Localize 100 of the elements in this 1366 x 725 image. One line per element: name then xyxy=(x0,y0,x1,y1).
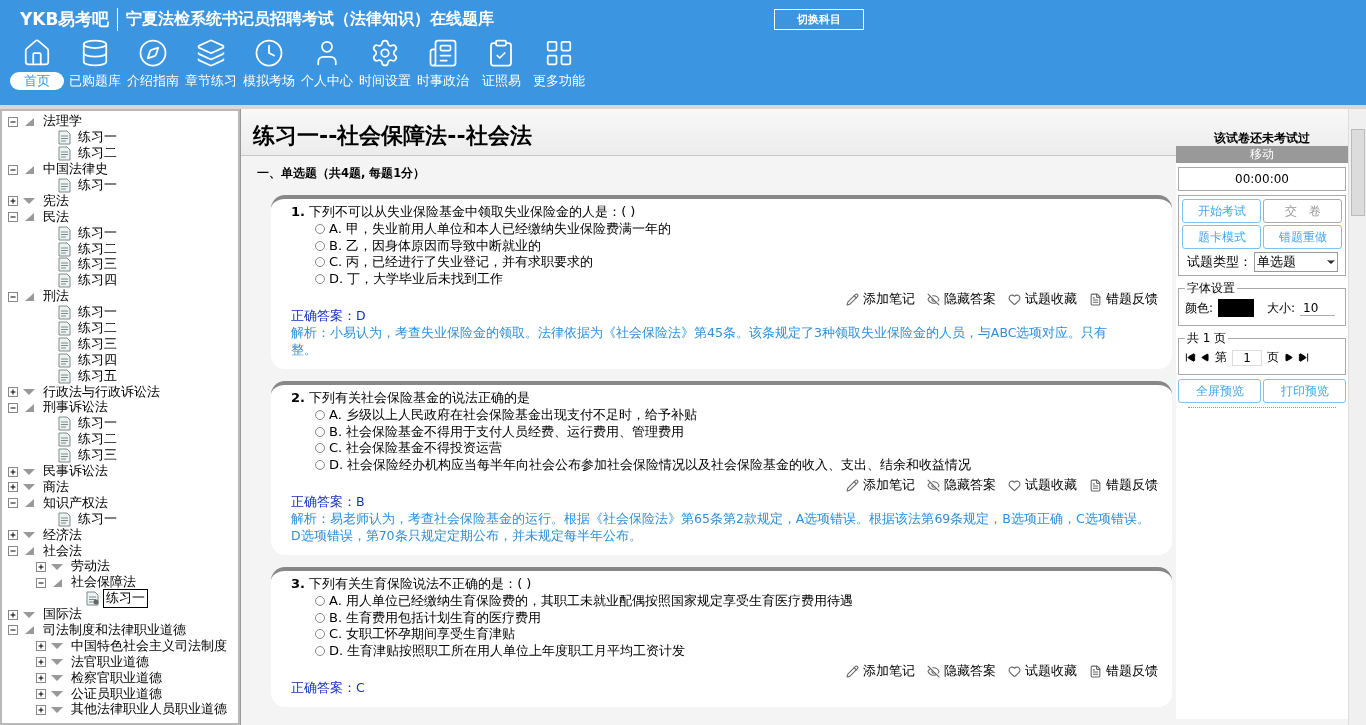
option-text: B. 社会保险基金不得用于支付人员经费、运行费用、管理费用 xyxy=(329,422,685,441)
action-link[interactable]: 试题收藏 xyxy=(1008,291,1077,308)
first-page-icon[interactable] xyxy=(1185,352,1196,363)
action-link[interactable]: 错题反馈 xyxy=(1089,663,1158,680)
logo: YKB易考吧 xyxy=(20,7,119,31)
radio-button[interactable] xyxy=(315,426,325,437)
action-link[interactable]: 试题收藏 xyxy=(1008,477,1077,494)
scrollbar[interactable] xyxy=(1348,109,1366,725)
down-triangle-icon xyxy=(50,704,64,715)
expand-toggle[interactable] xyxy=(8,609,18,620)
collapse-toggle[interactable] xyxy=(8,625,18,636)
tree-folder[interactable]: 刑法 xyxy=(40,287,72,307)
collapse-toggle[interactable] xyxy=(8,546,18,556)
expand-toggle[interactable] xyxy=(8,466,18,477)
document-icon xyxy=(1089,665,1102,678)
size-field[interactable]: 10 xyxy=(1300,300,1336,316)
next-page-icon[interactable] xyxy=(1284,353,1293,362)
down-triangle-icon xyxy=(22,196,36,207)
collapse-toggle[interactable] xyxy=(8,164,18,175)
document-icon xyxy=(58,321,71,336)
action-link[interactable]: 添加笔记 xyxy=(846,663,915,680)
color-swatch[interactable] xyxy=(1218,299,1255,317)
document-icon xyxy=(58,368,71,384)
down-triangle-icon xyxy=(50,689,64,699)
action-link[interactable]: 错题反馈 xyxy=(1089,477,1158,494)
option-text: D. 社会保险经办机构应当每半年向社会公布参加社会保险情况以及社会保险基金的收入、支出、结余和收益情况 xyxy=(329,455,972,474)
radio-button[interactable] xyxy=(315,645,325,656)
home-icon[interactable] xyxy=(22,38,52,68)
expand-toggle[interactable] xyxy=(36,561,46,572)
option-text: A. 乡级以上人民政府在社会保险基金出现支付不足时，给予补贴 xyxy=(329,406,697,425)
collapse-toggle[interactable] xyxy=(8,498,18,509)
radio-button[interactable] xyxy=(315,612,325,623)
expand-toggle[interactable] xyxy=(8,482,18,493)
tree-folder[interactable]: 其他法律职业人员职业道德 xyxy=(68,700,230,720)
collapse-toggle[interactable] xyxy=(8,291,18,302)
collapse-toggle[interactable] xyxy=(8,116,18,127)
action-link[interactable]: 错题反馈 xyxy=(1089,291,1158,308)
previous-page-icon[interactable] xyxy=(1201,353,1210,362)
document-icon xyxy=(58,130,71,146)
last-page-icon[interactable] xyxy=(1298,352,1309,363)
tree-item[interactable]: 练习一 xyxy=(103,589,148,609)
radio-button[interactable] xyxy=(315,596,325,607)
action-link[interactable]: 添加笔记 xyxy=(846,477,915,494)
expand-toggle[interactable] xyxy=(36,657,46,668)
expand-toggle[interactable] xyxy=(36,673,46,684)
question-text: 1. 下列不可以从失业保险基金中领取失业保险金的人是：( ) xyxy=(291,203,637,221)
database-icon[interactable] xyxy=(80,38,110,68)
collapse-toggle[interactable] xyxy=(8,212,18,223)
document-icon xyxy=(58,146,71,162)
tree-folder[interactable]: 法理学 xyxy=(40,112,85,132)
analysis-text: 解析：易老师认为，考查社会保险基金的运行。根据《社会保险法》第65条第2款规定，A选项错误。根据该法第69条规定，B选项正确，C选项错误。D选项错误，第70条只规定定期公布，并未规定每半年公布。 xyxy=(291,511,1151,545)
document-icon xyxy=(58,448,71,464)
settings-icon[interactable] xyxy=(370,38,400,68)
tree-item[interactable]: 练习一 xyxy=(75,223,120,243)
action-link[interactable]: 隐藏答案 xyxy=(927,291,996,308)
expand-toggle[interactable] xyxy=(8,196,18,207)
correct-answer: 正确答案：B xyxy=(291,494,366,511)
layers-icon[interactable] xyxy=(196,38,226,68)
compass-icon[interactable] xyxy=(138,38,168,68)
document-icon xyxy=(58,352,71,368)
collapse-toggle[interactable] xyxy=(8,402,18,413)
option-text: B. 生育费用包括计划生育的医疗费用 xyxy=(329,608,542,627)
page-field[interactable]: 1 xyxy=(1232,349,1262,366)
document-icon xyxy=(1089,479,1102,492)
grid-icon[interactable] xyxy=(544,38,574,68)
section-heading: 一、单选题（共4题, 每题1分） xyxy=(256,165,427,182)
newspaper-icon[interactable] xyxy=(428,38,458,68)
eye-off-icon xyxy=(927,293,940,306)
expand-toggle[interactable] xyxy=(8,387,18,398)
radio-button[interactable] xyxy=(315,410,325,421)
radio-button[interactable] xyxy=(315,273,325,284)
expand-toggle[interactable] xyxy=(36,704,46,715)
analysis-text: 整。 xyxy=(291,342,318,359)
action-link[interactable]: 隐藏答案 xyxy=(927,663,996,680)
expand-toggle[interactable] xyxy=(36,641,46,652)
action-link[interactable]: 隐藏答案 xyxy=(927,477,996,494)
down-triangle-icon xyxy=(50,673,64,684)
collapse-toggle[interactable] xyxy=(36,577,46,588)
correct-answer: 正确答案：D xyxy=(291,308,367,325)
option-text: A. 甲，失业前用人单位和本人已经缴纳失业保险费满一年的 xyxy=(329,220,671,239)
question-text: 2. 下列有关社会保险基金的说法正确的是 xyxy=(291,389,532,407)
option-text: C. 丙，已经进行了失业登记，并有求职要求的 xyxy=(329,253,594,272)
tree-item[interactable]: 练习一 xyxy=(75,176,120,195)
clock-icon[interactable] xyxy=(254,38,284,68)
radio-button[interactable] xyxy=(315,629,325,640)
radio-button[interactable] xyxy=(315,224,325,235)
radio-button[interactable] xyxy=(315,240,325,251)
action-link[interactable]: 添加笔记 xyxy=(846,291,915,308)
expand-toggle[interactable] xyxy=(36,689,46,699)
expand-toggle[interactable] xyxy=(8,530,18,541)
radio-button[interactable] xyxy=(315,443,325,454)
document-icon xyxy=(58,432,71,448)
pencil-icon xyxy=(846,293,859,306)
action-link[interactable]: 试题收藏 xyxy=(1008,663,1077,680)
down-triangle-icon xyxy=(22,387,36,398)
type-select[interactable]: 单选题 xyxy=(1253,252,1338,272)
down-triangle-icon xyxy=(22,466,36,477)
radio-button[interactable] xyxy=(315,257,325,268)
radio-button[interactable] xyxy=(315,459,325,470)
tree-item[interactable]: 练习四 xyxy=(75,271,120,291)
